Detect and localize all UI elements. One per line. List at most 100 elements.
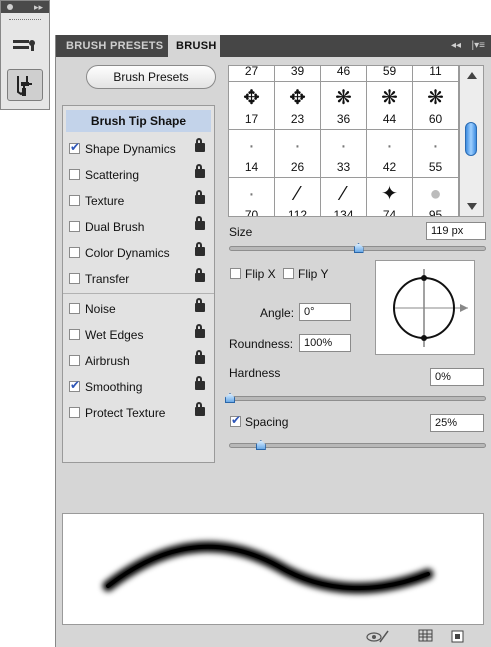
tab-bar: BRUSH PRESETS BRUSH ◂◂ |▾≡ [56,35,491,57]
option-checkbox[interactable] [69,375,80,395]
option-scattering[interactable]: Scattering [63,162,214,188]
brush-tip-grass-blade-icon: ⁄ [341,183,346,205]
brush-tip-preset[interactable]: ❋ 36 [321,80,367,130]
lock-icon[interactable] [195,138,205,152]
option-checkbox[interactable] [69,195,80,206]
option-noise[interactable]: Noise [63,296,214,322]
size-field[interactable]: 119 px [426,222,486,240]
brush-tip-size: 14 [244,160,259,174]
brush-tip-scatter-grass-icon: ❋ [335,87,352,109]
brush-presets-dock-icon[interactable] [7,29,43,61]
spacing-slider[interactable] [229,440,486,450]
option-checkbox[interactable] [69,329,80,340]
double-chevron-left-icon[interactable]: ◂◂ [451,35,461,57]
flip-x-checkbox[interactable] [230,268,241,279]
angle-roundness-widget[interactable] [375,260,475,355]
hardness-slider-thumb[interactable] [225,393,235,403]
brush-tip-preset[interactable]: ● 95 [413,176,459,216]
option-label: Brush Tip Shape [90,114,187,128]
scroll-down-arrow-icon[interactable] [467,203,477,210]
brush-tip-preset[interactable]: ✦ 74 [367,176,413,217]
size-slider-thumb[interactable] [353,243,364,253]
lock-icon[interactable] [195,324,205,338]
brush-tip-soft-dot-icon: · [432,135,439,157]
option-label: Color Dynamics [85,246,170,260]
new-preset-icon[interactable] [450,629,466,643]
brush-tip-preset[interactable]: ✥ 23 [275,80,321,130]
lock-icon[interactable] [195,164,205,178]
brush-tip-preset[interactable]: ⁄ 134 [321,176,367,216]
lock-icon[interactable] [195,376,205,390]
option-checkbox[interactable] [69,273,80,284]
option-label: Wet Edges [85,328,144,342]
option-checkbox[interactable] [69,303,80,314]
option-checkbox[interactable] [69,355,80,366]
lock-icon[interactable] [195,216,205,230]
brush-presets-button[interactable]: Brush Presets [86,65,216,89]
option-checkbox[interactable] [69,169,80,180]
brush-tip-size: 55 [428,160,443,174]
brush-tip-preset[interactable]: ⁄ 112 [275,176,321,216]
brush-panel-dock-icon[interactable] [7,69,43,101]
brush-panel: BRUSH PRESETS BRUSH ◂◂ |▾≡ Brush Presets… [55,35,491,647]
brush-tip-preset[interactable]: ❋ 44 [367,80,413,130]
brush-tip-preset[interactable]: ✥ 17 [229,80,275,130]
roundness-field[interactable]: 100% [299,334,351,352]
option-protect-texture[interactable]: Protect Texture [63,400,214,426]
brush-tip-soft-dot-icon: · [340,135,347,157]
grid-icon[interactable] [418,629,434,643]
option-label: Shape Dynamics [85,142,176,156]
option-dual-brush[interactable]: Dual Brush [63,214,214,240]
option-label: Dual Brush [85,220,145,234]
option-smoothing[interactable]: Smoothing [63,374,214,400]
lock-icon[interactable] [195,268,205,282]
lock-icon[interactable] [195,350,205,364]
option-transfer[interactable]: Transfer [63,266,214,292]
tab-brush-presets[interactable]: BRUSH PRESETS [66,35,163,57]
option-checkbox[interactable] [69,221,80,232]
scroll-thumb[interactable] [465,122,477,156]
dock-grip[interactable] [9,19,41,22]
lock-icon[interactable] [195,242,205,256]
spacing-field[interactable]: 25% [430,414,484,432]
option-wet-edges[interactable]: Wet Edges [63,322,214,348]
brush-tip-preset[interactable]: · 14 [229,128,275,178]
option-checkbox[interactable] [69,407,80,418]
lock-icon[interactable] [195,402,205,416]
option-airbrush[interactable]: Airbrush [63,348,214,374]
option-shape-dynamics[interactable]: Shape Dynamics [63,136,214,162]
brush-tip-preset[interactable]: · 55 [413,128,459,178]
size-slider[interactable] [229,243,486,253]
angle-field[interactable]: 0° [299,303,351,321]
option-color-dynamics[interactable]: Color Dynamics [63,240,214,266]
hardness-slider[interactable] [225,393,486,403]
option-checkbox[interactable] [69,247,80,258]
flip-y-checkbox[interactable] [283,268,294,279]
brush-tip-scatter-leaf-icon: ✥ [289,87,306,109]
expand-arrows-icon[interactable]: ▸▸ [34,1,43,13]
dock-titlebar[interactable]: ▸▸ [1,1,49,13]
panel-menu-icon[interactable]: |▾≡ [472,35,485,57]
angle-label: Angle: [260,306,295,320]
lock-icon[interactable] [195,190,205,204]
brush-tip-size: 74 [382,208,397,217]
brush-tip-preset[interactable]: · 42 [367,128,413,178]
option-brush-tip-shape[interactable]: Brush Tip Shape [66,110,211,132]
spacing-slider-thumb[interactable] [255,440,266,450]
tip-grid-scrollbar[interactable] [460,65,484,217]
brush-tip-preset[interactable]: · 33 [321,128,367,178]
toggle-live-tip-preview-icon[interactable] [366,629,389,643]
spacing-checkbox[interactable] [230,410,241,430]
brush-tip-preset[interactable]: · 26 [275,128,321,178]
tab-brush[interactable]: BRUSH [168,35,220,57]
brush-tip-size: 60 [428,112,443,126]
option-texture[interactable]: Texture [63,188,214,214]
option-checkbox[interactable] [69,137,80,157]
brush-tip-preset[interactable]: ❋ 60 [413,80,459,130]
lock-icon[interactable] [195,298,205,312]
hardness-field[interactable]: 0% [430,368,484,386]
scroll-up-arrow-icon[interactable] [467,72,477,79]
close-dot-icon[interactable] [7,4,13,10]
brush-tip-scatter-leaf-icon: ✥ [243,87,260,109]
brush-tip-preset[interactable]: · 70 [229,176,275,216]
